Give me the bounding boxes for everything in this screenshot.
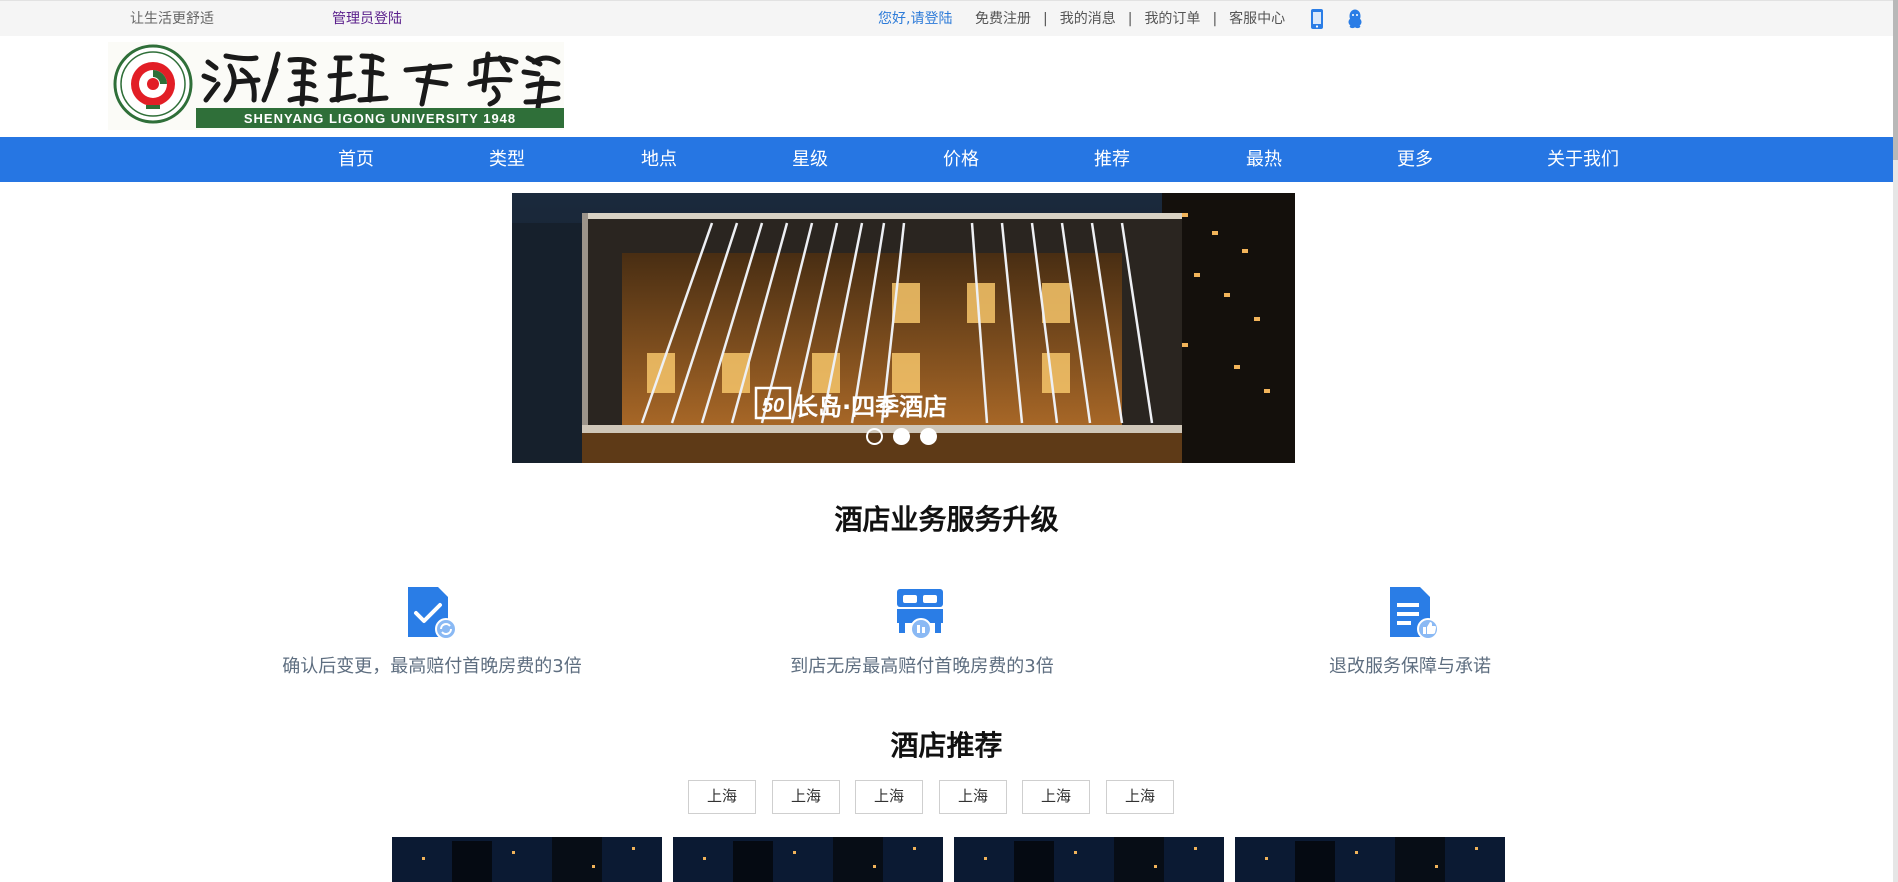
hotel-card-image-1[interactable] (392, 837, 662, 882)
sign-badge: 50 (762, 395, 784, 417)
login-link[interactable]: 您好,请登陆 (878, 10, 952, 28)
city-tab-2[interactable]: 上海 (772, 780, 840, 814)
document-check-icon (408, 587, 456, 640)
hotel-card-image-4[interactable] (1235, 837, 1505, 882)
hero-carousel[interactable]: 50 长岛·四季酒店 (512, 193, 1295, 463)
nav-price[interactable]: 价格 (943, 137, 979, 182)
hotel-card-image-2[interactable] (673, 837, 943, 882)
nav-home[interactable]: 首页 (338, 137, 374, 182)
carousel-dot-1[interactable] (866, 428, 883, 445)
hotel-sign-text: 长岛·四季酒店 (794, 393, 947, 421)
city-tab-4[interactable]: 上海 (939, 780, 1007, 814)
logo-image: SHENYANG LIGONG UNIVERSITY 1948 (113, 44, 564, 128)
hotel-banner-image: 50 长岛·四季酒店 (512, 193, 1295, 463)
customer-service-link[interactable]: 客服中心 (1229, 10, 1285, 28)
city-tab-3[interactable]: 上海 (855, 780, 923, 814)
service-text-3: 退改服务保障与承诺 (1329, 656, 1491, 677)
carousel-dot-2[interactable] (893, 428, 910, 445)
city-tab-1[interactable]: 上海 (688, 780, 756, 814)
recommend-title: 酒店推荐 (890, 729, 1003, 762)
scrollbar-thumb[interactable] (1893, 0, 1898, 160)
city-tab-5[interactable]: 上海 (1022, 780, 1090, 814)
nav-about-us[interactable]: 关于我们 (1547, 137, 1619, 182)
bed-icon (897, 589, 943, 640)
nav-star-rating[interactable]: 星级 (792, 137, 828, 182)
hotel-photo (392, 837, 662, 882)
my-messages-link[interactable]: 我的消息 (1060, 10, 1116, 28)
hotel-photo (954, 837, 1224, 882)
city-tab-6[interactable]: 上海 (1106, 780, 1174, 814)
site-slogan: 让生活更舒适 (130, 11, 214, 27)
document-thumbs-up-icon (1390, 587, 1438, 640)
separator: | (1043, 11, 1048, 27)
main-nav: 首页 类型 地点 星级 价格 推荐 最热 更多 关于我们 (0, 137, 1893, 182)
hotel-photo (673, 837, 943, 882)
separator: | (1212, 11, 1218, 27)
top-bar: 让生活更舒适 管理员登陆 您好,请登陆 免费注册 | 我的消息 | 我的订单 |… (0, 0, 1893, 36)
qq-icon[interactable] (1344, 7, 1366, 31)
hotel-card-image-3[interactable] (954, 837, 1224, 882)
nav-recommend[interactable]: 推荐 (1094, 137, 1130, 182)
top-links: 免费注册 | 我的消息 | 我的订单 | 客服中心 (975, 10, 1285, 28)
nav-hottest[interactable]: 最热 (1246, 137, 1282, 182)
my-orders-link[interactable]: 我的订单 (1144, 10, 1200, 28)
hotel-photo (1235, 837, 1505, 882)
page-scrollbar[interactable] (1893, 0, 1898, 882)
nav-more[interactable]: 更多 (1397, 137, 1433, 182)
mobile-phone-icon[interactable] (1306, 7, 1328, 31)
logo-english-name: SHENYANG LIGONG UNIVERSITY 1948 (244, 111, 516, 126)
nav-location[interactable]: 地点 (641, 137, 677, 182)
university-logo[interactable]: SHENYANG LIGONG UNIVERSITY 1948 (108, 42, 564, 130)
admin-login-link[interactable]: 管理员登陆 (332, 10, 402, 28)
register-link[interactable]: 免费注册 (975, 10, 1031, 28)
service-text-2: 到店无房最高赔付首晚房费的3倍 (790, 656, 1054, 677)
services-title: 酒店业务服务升级 (834, 503, 1059, 536)
service-text-1: 确认后变更，最高赔付首晚房费的3倍 (282, 656, 582, 677)
separator: | (1127, 11, 1133, 27)
carousel-dot-3[interactable] (920, 428, 937, 445)
nav-type[interactable]: 类型 (489, 137, 525, 182)
carousel-indicators (0, 428, 1893, 446)
